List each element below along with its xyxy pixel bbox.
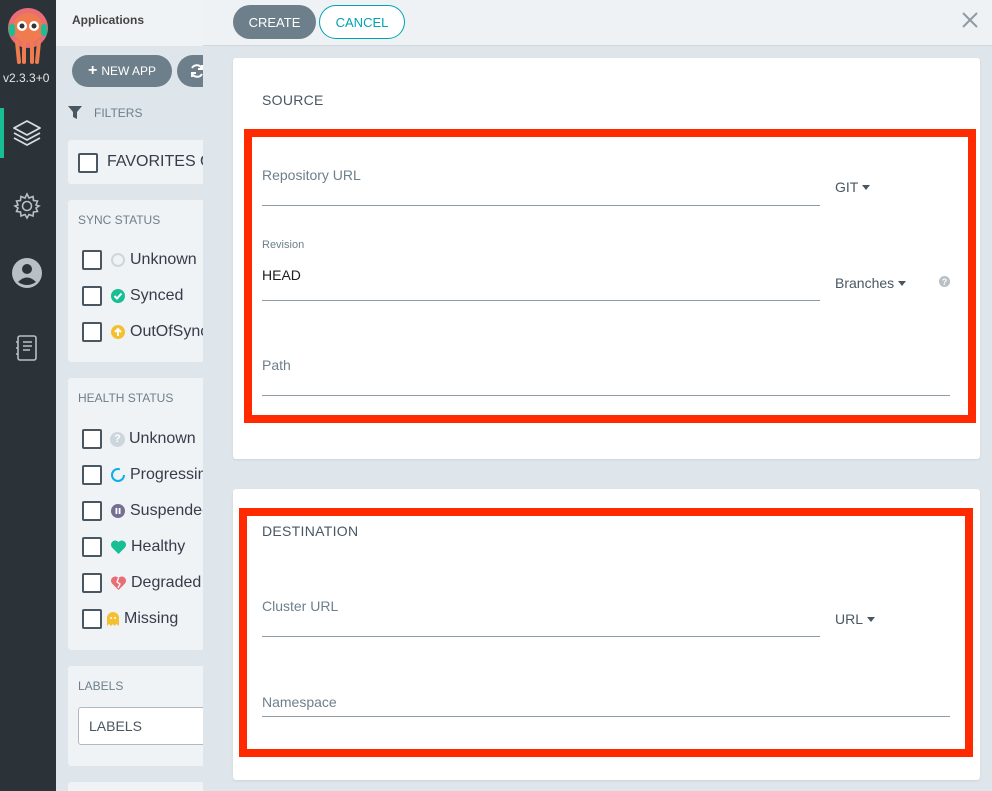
help-icon[interactable]: ? <box>939 276 950 287</box>
book-icon[interactable] <box>10 331 44 365</box>
sync-apps-button[interactable] <box>177 55 203 87</box>
side-nav: v2.3.3+0 <box>0 0 56 791</box>
sync-status-filter: SYNC STATUS Unknown Synced OutOfSync <box>68 200 203 362</box>
health-unknown-checkbox[interactable] <box>82 429 102 449</box>
filters-label: FILTERS <box>94 106 143 120</box>
panel-header: CREATE CANCEL <box>203 0 992 46</box>
revision-type-dropdown[interactable]: Branches <box>835 275 907 291</box>
cluster-type-dropdown[interactable]: URL <box>835 611 876 627</box>
page-title: Applications <box>72 13 145 27</box>
health-status-filter: HEALTH STATUS ? Unknown Progressin Suspe… <box>68 378 203 650</box>
destination-title: DESTINATION <box>262 523 359 539</box>
namespace-input[interactable] <box>262 716 950 717</box>
next-filter-box <box>68 782 203 791</box>
health-suspended-option: Suspendec <box>110 502 203 520</box>
labels-filter: LABELS LABELS <box>68 666 203 766</box>
cluster-url-label: Cluster URL <box>262 598 339 614</box>
source-section: SOURCE Repository URL GIT Revision HEAD … <box>233 58 980 459</box>
close-icon[interactable] <box>960 10 980 30</box>
cluster-url-input[interactable] <box>262 636 820 637</box>
new-app-panel: CREATE CANCEL SOURCE Repository URL GIT … <box>203 0 992 791</box>
new-app-label: NEW APP <box>101 64 157 78</box>
sync-synced-option: Synced <box>110 287 183 305</box>
destination-section: DESTINATION Cluster URL URL Namespace <box>233 489 980 780</box>
health-degraded-option: Degraded <box>110 574 201 592</box>
labels-title: LABELS <box>78 679 124 693</box>
path-input[interactable] <box>262 395 950 396</box>
caret-down-icon <box>867 616 876 622</box>
heart-broken-icon <box>110 576 127 590</box>
layers-icon[interactable] <box>10 116 44 150</box>
health-progressing-option: Progressin <box>110 466 203 484</box>
filter-icon <box>68 106 82 119</box>
applications-header: Applications <box>56 0 203 46</box>
health-unknown-option: ? Unknown <box>110 430 196 448</box>
caret-down-icon <box>898 280 907 286</box>
gear-icon[interactable] <box>10 189 44 223</box>
nav-active-indicator <box>0 108 4 158</box>
plus-icon: + <box>87 62 98 79</box>
pause-circle-icon <box>111 504 125 518</box>
create-button[interactable]: CREATE <box>233 5 316 39</box>
health-degraded-checkbox[interactable] <box>82 573 102 593</box>
health-missing-option: Missing <box>106 610 178 628</box>
user-icon[interactable] <box>10 256 44 290</box>
question-circle-icon: ? <box>110 431 125 447</box>
favorites-checkbox[interactable] <box>78 153 98 173</box>
heart-icon <box>110 540 127 554</box>
health-status-title: HEALTH STATUS <box>78 391 174 405</box>
new-app-button[interactable]: + NEW APP <box>72 55 172 87</box>
revision-label: Revision <box>262 239 305 251</box>
repo-type-dropdown[interactable]: GIT <box>835 179 871 195</box>
sync-status-title: SYNC STATUS <box>78 213 161 227</box>
sync-outofsync-checkbox[interactable] <box>82 322 102 342</box>
refresh-icon <box>191 64 203 78</box>
argo-logo-icon[interactable] <box>5 6 51 64</box>
source-title: SOURCE <box>262 92 324 108</box>
revision-underline <box>262 300 820 301</box>
cancel-button[interactable]: CANCEL <box>319 5 405 39</box>
path-label: Path <box>262 357 291 373</box>
progressing-icon <box>111 468 125 482</box>
circle-notch-icon <box>111 253 125 267</box>
arrow-up-circle-icon <box>111 325 125 339</box>
health-suspended-checkbox[interactable] <box>82 501 102 521</box>
caret-down-icon <box>862 184 871 190</box>
sync-unknown-option: Unknown <box>110 251 197 269</box>
revision-input[interactable]: HEAD <box>262 267 301 283</box>
favorites-label: FAVORITES O <box>107 153 203 170</box>
repository-url-label: Repository URL <box>262 167 361 183</box>
namespace-label: Namespace <box>262 694 337 710</box>
favorites-filter: FAVORITES O <box>68 140 203 184</box>
sync-synced-checkbox[interactable] <box>82 286 102 306</box>
filters-header[interactable]: FILTERS <box>68 106 142 120</box>
sync-outofsync-option: OutOfSync <box>110 323 203 341</box>
health-healthy-option: Healthy <box>110 538 185 556</box>
health-missing-checkbox[interactable] <box>82 609 102 629</box>
applications-page: Applications + NEW APP FILTERS FAVORITES… <box>56 0 203 791</box>
health-healthy-checkbox[interactable] <box>82 537 102 557</box>
ghost-icon <box>107 612 119 626</box>
check-circle-icon <box>111 289 125 303</box>
health-progressing-checkbox[interactable] <box>82 465 102 485</box>
version-label: v2.3.3+0 <box>3 71 50 85</box>
labels-input[interactable]: LABELS <box>78 707 203 745</box>
repository-url-input[interactable] <box>262 205 820 206</box>
sync-unknown-checkbox[interactable] <box>82 250 102 270</box>
